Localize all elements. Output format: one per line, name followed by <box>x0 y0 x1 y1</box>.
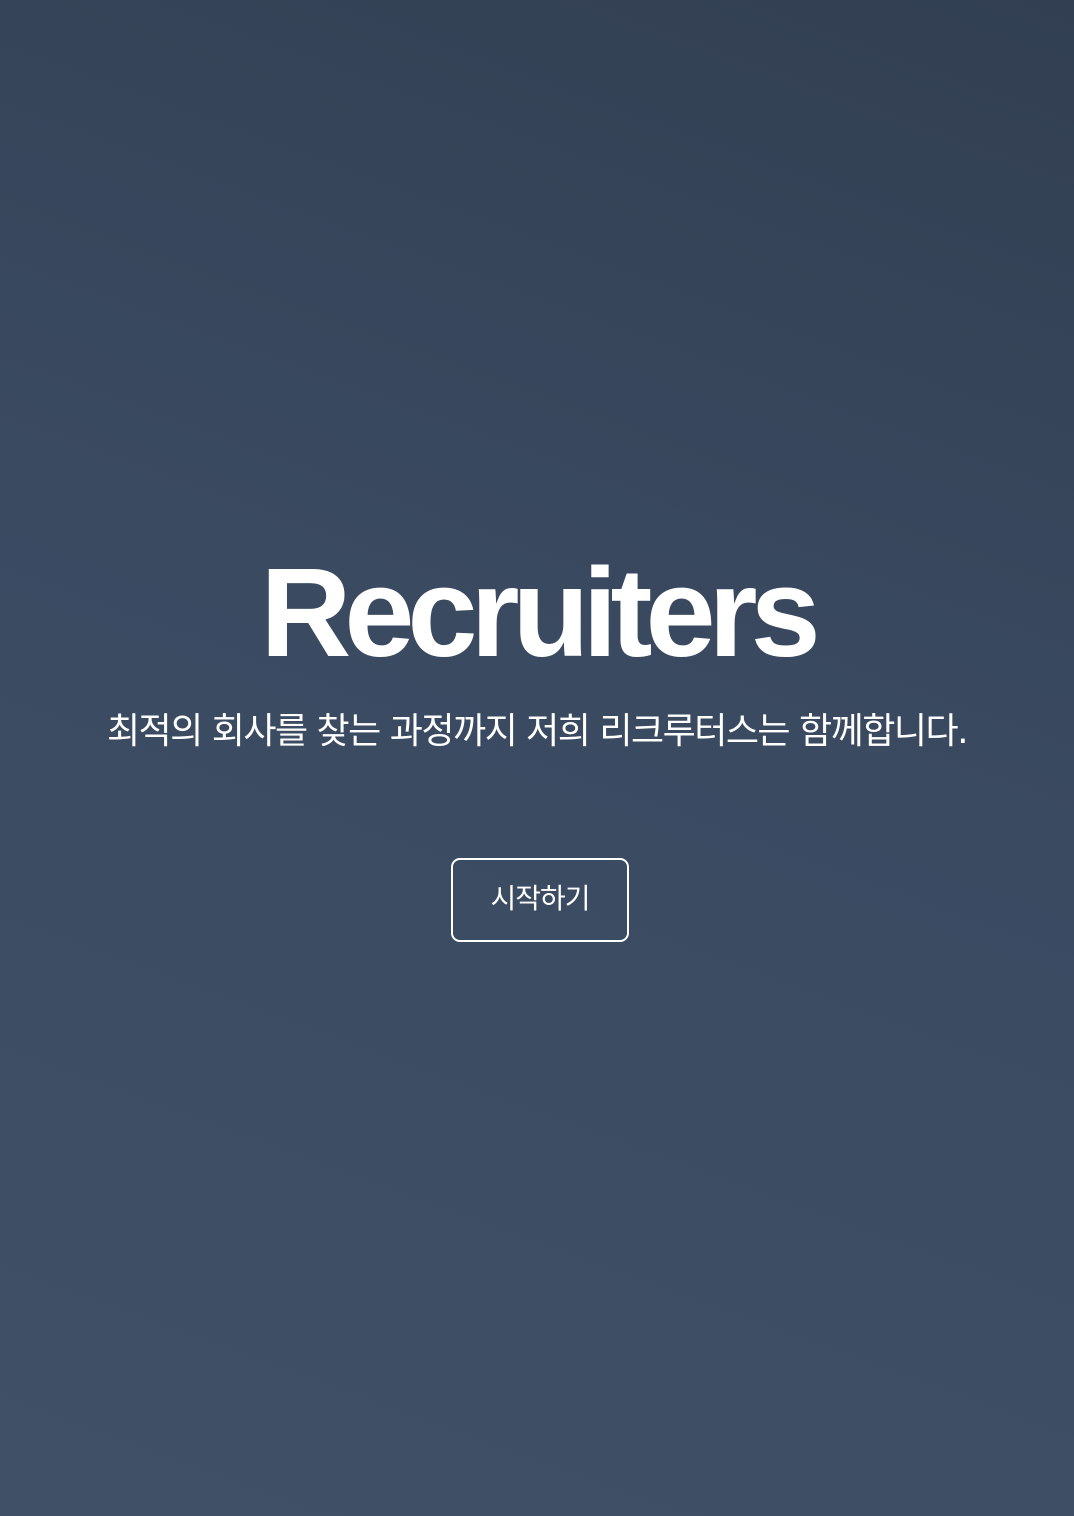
brand-title: Recruiters <box>260 542 820 683</box>
hero-tagline: 최적의 회사를 찾는 과정까지 저희 리크루터스는 함께합니다. <box>106 711 969 752</box>
hero-section: Recruiters 최적의 회사를 찾는 과정까지 저희 리크루터스는 함께합… <box>0 0 1074 1516</box>
start-button[interactable]: 시작하기 <box>451 858 629 942</box>
